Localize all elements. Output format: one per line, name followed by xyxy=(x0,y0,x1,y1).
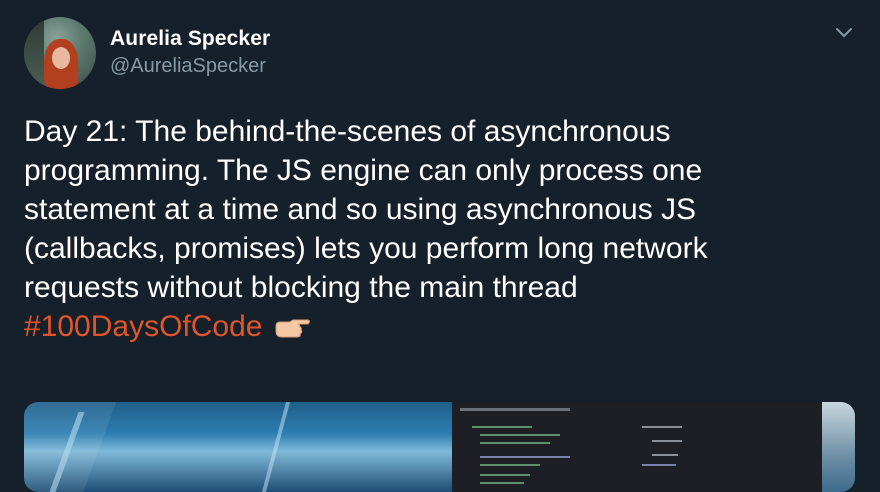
tweet-media[interactable] xyxy=(24,402,855,492)
tweet-text-line: (callbacks, promises) lets you perform l… xyxy=(24,232,708,265)
media-photo-right xyxy=(822,402,855,492)
avatar[interactable] xyxy=(24,17,96,89)
media-photo-left xyxy=(24,402,452,492)
tweet-text-line: requests without blocking the main threa… xyxy=(24,271,578,304)
hashtag-link[interactable]: #100DaysOfCode xyxy=(24,310,262,343)
tweet-text: Day 21: The behind-the-scenes of asynchr… xyxy=(24,112,864,346)
code-editor-screenshot xyxy=(452,402,822,492)
author-handle[interactable]: @AureliaSpecker xyxy=(110,55,266,78)
tweet-text-line: statement at a time and so using asynchr… xyxy=(24,193,697,226)
chevron-down-icon[interactable] xyxy=(834,26,854,40)
tweet-card: Aurelia Specker @AureliaSpecker Day 21: … xyxy=(0,0,880,492)
pointing-hand-icon xyxy=(275,319,311,338)
tweet-text-line: programming. The JS engine can only proc… xyxy=(24,154,703,187)
author-name[interactable]: Aurelia Specker xyxy=(110,27,270,51)
tweet-text-line: Day 21: The behind-the-scenes of asynchr… xyxy=(24,115,671,148)
